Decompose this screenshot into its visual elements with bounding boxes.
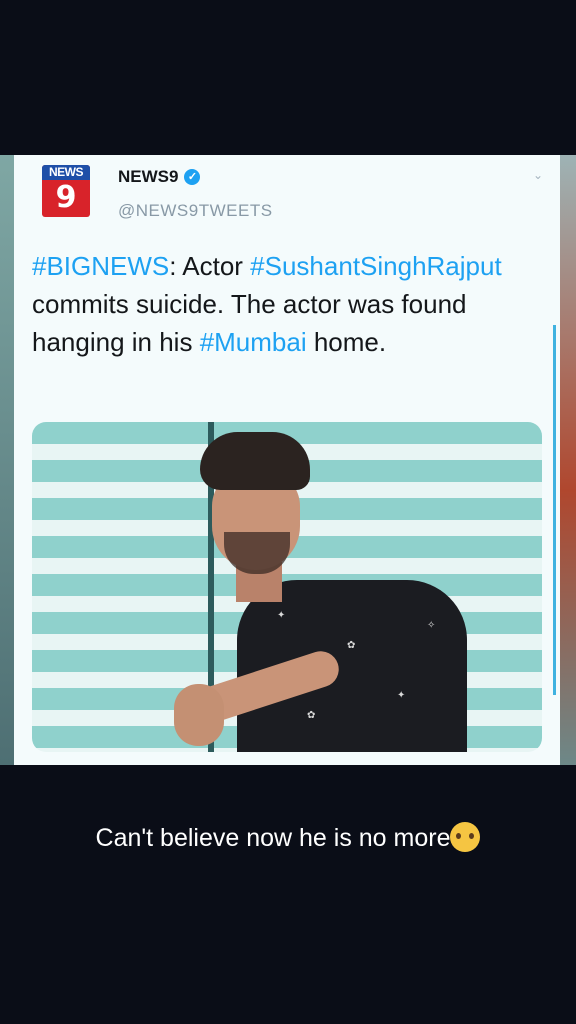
- caption-text: Can't believe now he is no more: [95, 824, 451, 852]
- hashtag-mumbai[interactable]: #Mumbai: [200, 327, 307, 357]
- hashtag-sushant[interactable]: #SushantSinghRajput: [250, 251, 502, 281]
- verified-badge-icon: ✓: [184, 169, 201, 185]
- scrollbar[interactable]: [553, 325, 556, 695]
- photo-person-hair: [200, 432, 310, 490]
- shirt-print-mark: ✿: [307, 710, 316, 721]
- tweet-card[interactable]: NEWS 9 NEWS9 ✓ @NEWS9TWEETS ⌄ #BIGNEWS: …: [14, 155, 560, 765]
- hashtag-bignews[interactable]: #BIGNEWS: [32, 251, 169, 281]
- logo-number: 9: [55, 180, 77, 215]
- tweet-text-segment: : Actor: [169, 251, 251, 281]
- shirt-print-mark: ✦: [277, 610, 286, 621]
- pleading-tear-emoji-icon: [450, 822, 481, 852]
- news9-logo[interactable]: NEWS 9: [42, 165, 90, 217]
- chevron-down-icon[interactable]: ⌄: [530, 167, 546, 183]
- tweet-text-segment: home.: [306, 327, 387, 357]
- tweet-author-row: NEWS9 ✓: [118, 167, 201, 187]
- tweet-photo[interactable]: ✦ ✿ ✦ ✿ ✧: [32, 422, 542, 752]
- shirt-print-mark: ✧: [427, 620, 436, 631]
- left-edge-strip: [0, 155, 14, 765]
- right-edge-strip: [560, 155, 576, 765]
- story-caption: Can't believe now he is no more: [0, 822, 576, 853]
- display-name[interactable]: NEWS9: [118, 167, 178, 187]
- user-handle[interactable]: @NEWS9TWEETS: [118, 201, 273, 221]
- logo-top-text: NEWS: [42, 165, 90, 180]
- shirt-print-mark: ✦: [397, 690, 406, 701]
- tweet-body: #BIGNEWS: Actor #SushantSinghRajput comm…: [32, 247, 547, 361]
- photo-person-hand: [174, 684, 224, 746]
- shirt-print-mark: ✿: [347, 640, 356, 651]
